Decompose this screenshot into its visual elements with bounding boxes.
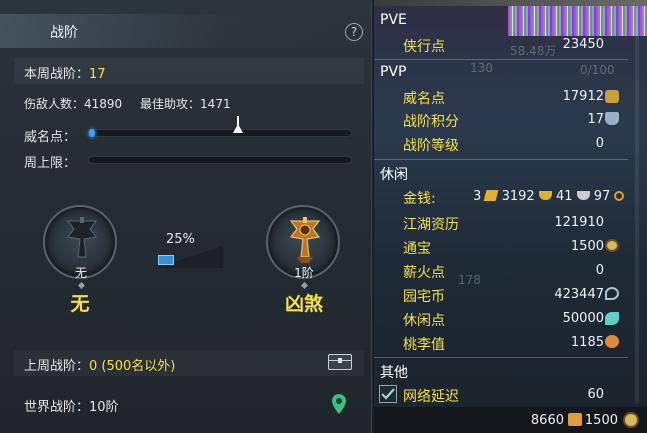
help-icon[interactable]: ? <box>345 23 363 41</box>
rank-points-icon <box>605 112 619 125</box>
silver-value: 41 <box>555 189 573 204</box>
prestige-bar-fill <box>89 129 95 137</box>
best-assist-value: 1471 <box>200 97 231 111</box>
leisure-item-label: 通宝 <box>403 241 431 257</box>
gold-ingot-icon <box>538 191 552 200</box>
pvp-item-label: 战阶积分 <box>403 114 459 130</box>
pve-item-label: 侠行点 <box>403 39 445 55</box>
pvp-section-title: PVP <box>380 64 407 80</box>
week-rank-row: 本周战阶：17 <box>24 63 106 82</box>
next-rank-name: 凶煞 <box>284 293 323 315</box>
pvp-item-value: 0 <box>595 136 604 151</box>
defeated-label: 伤敌人数： <box>24 97 85 111</box>
world-rank-label: 世界战阶： <box>24 400 90 415</box>
divider <box>374 159 628 160</box>
checkmark-icon <box>381 388 395 400</box>
currency-panel: 58.48万 130 0/100 178 PVE 侠行点 23450 PVP 威… <box>374 0 647 433</box>
leisure-item-value: 1500 <box>570 239 604 254</box>
scrollbar-track <box>635 8 639 403</box>
tongbao-coin-icon <box>605 239 619 252</box>
leisure-item-label: 江湖资历 <box>403 217 459 233</box>
divider <box>374 59 628 60</box>
tongbao-coin-icon <box>623 412 639 428</box>
gold-bar-icon <box>483 190 499 201</box>
money-value: 3 3192 41 97 <box>473 189 625 204</box>
network-latency-value: 60 <box>587 387 604 402</box>
gold-value: 3192 <box>501 189 535 204</box>
weekly-cap-marker-icon <box>233 124 243 133</box>
copper-coin-icon <box>614 191 625 201</box>
pve-item-value: 23450 <box>562 37 604 52</box>
empty-rank-banner-icon <box>67 217 97 258</box>
defeated-row: 伤敌人数：41890 最佳助攻：1471 <box>24 95 231 112</box>
last-week-value: 0 (500名以外) <box>89 359 176 374</box>
fierce-rank-banner-icon <box>289 217 321 263</box>
leisure-item-value: 121910 <box>554 215 604 230</box>
bottom-right-value: 1500 <box>584 413 618 428</box>
current-rank-name: 无 <box>70 293 90 315</box>
leisure-item-value: 50000 <box>562 311 604 326</box>
best-assist-label: 最佳助攻： <box>140 97 201 111</box>
network-latency-checkbox[interactable] <box>379 385 397 403</box>
pvp-item-label: 威名点 <box>403 91 445 107</box>
leisure-leaf-icon <box>605 312 619 325</box>
ghost-text-b: 130 <box>470 61 493 75</box>
location-pin-icon[interactable] <box>332 394 346 414</box>
prestige-icon <box>605 90 619 103</box>
leisure-section-title: 休闲 <box>380 167 408 183</box>
world-rank-row: 世界战阶：10阶 <box>24 396 119 415</box>
scrollbar[interactable] <box>632 8 642 403</box>
current-rank-diamond-icon <box>77 281 86 290</box>
ghost-text-d: 178 <box>458 273 481 287</box>
leisure-item-label: 桃李值 <box>403 337 445 353</box>
rank-progress-percent: 25% <box>166 232 195 247</box>
pve-section-title: PVE <box>380 12 407 28</box>
gold-bars-value: 3 <box>473 189 482 204</box>
copper-value: 97 <box>593 189 611 204</box>
bottom-currency-bar: 8660 1500 <box>374 407 647 433</box>
weekly-cap-bar <box>88 156 352 164</box>
next-rank-diamond-icon <box>300 281 309 290</box>
leisure-item-label: 薪火点 <box>403 265 445 281</box>
money-label: 金钱: <box>403 191 436 207</box>
network-latency-label: 网络延迟 <box>403 389 459 405</box>
week-rank-label: 本周战阶： <box>24 67 90 82</box>
week-rank-value: 17 <box>89 67 106 82</box>
leisure-item-value: 0 <box>595 263 604 278</box>
last-week-row: 上周战阶：0 (500名以外) <box>24 355 175 374</box>
reward-chest-icon[interactable] <box>328 354 352 370</box>
defeated-value: 41890 <box>84 97 123 111</box>
leisure-item-label: 园宅币 <box>403 289 445 305</box>
current-rank-sub: 无 <box>74 266 87 280</box>
rank-progress-fill <box>158 255 174 265</box>
prestige-label: 威名点： <box>24 130 77 145</box>
bottom-left-value: 8660 <box>530 413 564 428</box>
rank-panel: 战阶 ? 本周战阶：17 伤敌人数：41890 最佳助攻：1471 威名点： 周… <box>0 0 372 433</box>
other-section-title: 其他 <box>380 365 408 381</box>
prestige-bar <box>88 116 352 137</box>
divider <box>374 357 628 358</box>
rank-panel-title: 战阶 <box>50 25 78 41</box>
leisure-item-value: 1185 <box>570 335 604 350</box>
leisure-item-label: 休闲点 <box>403 313 445 329</box>
ghost-text-c: 0/100 <box>580 63 615 77</box>
estate-coin-icon <box>605 287 619 300</box>
world-rank-value: 10阶 <box>89 400 119 415</box>
rank-panel-header: 战阶 ? <box>0 14 372 48</box>
leisure-item-value: 423447 <box>554 287 604 302</box>
next-rank-sub: 1阶 <box>294 266 314 280</box>
last-week-label: 上周战阶： <box>24 359 90 374</box>
background-decoration <box>508 6 647 36</box>
pvp-item-value: 17 <box>587 112 604 127</box>
peach-icon <box>605 335 619 348</box>
pvp-item-value: 17912 <box>562 89 604 104</box>
weekly-cap-label: 周上限： <box>24 156 77 171</box>
pvp-item-label: 战阶等级 <box>403 138 459 154</box>
silver-ingot-icon <box>576 191 590 200</box>
